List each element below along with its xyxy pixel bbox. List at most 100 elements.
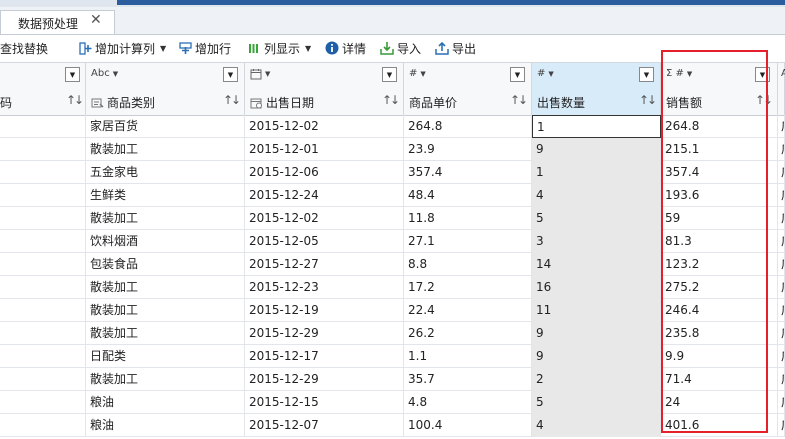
table-cell[interactable]: 生鲜类 xyxy=(86,184,245,207)
table-cell[interactable]: 123.2 xyxy=(661,253,778,276)
table-cell[interactable]: 1 xyxy=(532,115,661,138)
add-calc-column-button[interactable]: 增加计算列 ▼ xyxy=(78,39,166,57)
column-menu-button[interactable]: ▼ xyxy=(510,67,525,82)
table-row[interactable]: 粮油2015-12-07100.44401.6广 xyxy=(0,414,785,437)
sort-icon[interactable]: ↑↓ xyxy=(66,93,84,107)
table-row[interactable]: 家居百货2015-12-02264.81264.8广 xyxy=(0,115,785,138)
column-header-code[interactable]: 码 ↑↓ xyxy=(0,88,86,115)
table-cell[interactable]: 2015-12-02 xyxy=(245,207,404,230)
table-cell[interactable]: 9 xyxy=(532,322,661,345)
table-cell[interactable]: 广 xyxy=(778,138,785,161)
table-cell[interactable]: 215.1 xyxy=(661,138,778,161)
sort-icon[interactable]: ↑↓ xyxy=(382,93,400,107)
table-cell[interactable]: 48.4 xyxy=(404,184,532,207)
column-menu-button[interactable]: ▼ xyxy=(755,67,770,82)
table-cell[interactable]: 1 xyxy=(532,161,661,184)
number-type-indicator[interactable]: # ▼ xyxy=(409,68,426,79)
date-type-indicator[interactable]: ▼ xyxy=(250,68,270,80)
table-cell[interactable]: 14 xyxy=(532,253,661,276)
table-row[interactable]: 散装加工2015-12-2935.7271.4广 xyxy=(0,368,785,391)
table-cell[interactable]: 五金家电 xyxy=(86,161,245,184)
tab-data-preprocessing[interactable]: 数据预处理 ✕ xyxy=(0,10,115,34)
table-cell[interactable]: 广 xyxy=(778,414,785,437)
column-menu-button[interactable]: ▼ xyxy=(223,67,238,82)
table-row[interactable]: 散装加工2015-12-2317.216275.2广 xyxy=(0,276,785,299)
table-row[interactable]: 包装食品2015-12-278.814123.2广 xyxy=(0,253,785,276)
table-cell[interactable]: 264.8 xyxy=(404,115,532,138)
table-cell[interactable]: 广 xyxy=(778,276,785,299)
table-cell[interactable]: 2 xyxy=(532,368,661,391)
table-cell[interactable]: 散装加工 xyxy=(86,368,245,391)
text-type-indicator[interactable]: A xyxy=(781,68,785,79)
number-type-indicator[interactable]: # ▼ xyxy=(537,68,554,79)
column-menu-button[interactable]: ▼ xyxy=(382,67,397,82)
table-cell[interactable]: 广 xyxy=(778,115,785,138)
table-row[interactable]: 五金家电2015-12-06357.41357.4广 xyxy=(0,161,785,184)
table-cell[interactable]: 广 xyxy=(778,230,785,253)
table-cell[interactable]: 71.4 xyxy=(661,368,778,391)
table-row[interactable]: 散装加工2015-12-0123.99215.1广 xyxy=(0,138,785,161)
table-cell[interactable]: 粮油 xyxy=(86,414,245,437)
table-cell[interactable]: 264.8 xyxy=(661,115,778,138)
table-cell[interactable]: 17.2 xyxy=(404,276,532,299)
table-cell[interactable]: 广 xyxy=(778,368,785,391)
table-cell[interactable]: 401.6 xyxy=(661,414,778,437)
table-cell[interactable] xyxy=(0,414,86,437)
table-cell[interactable]: 5 xyxy=(532,391,661,414)
column-header-price[interactable]: 商品单价 ↑↓ xyxy=(404,88,532,115)
table-cell[interactable] xyxy=(0,322,86,345)
column-display-button[interactable]: 列显示 ▼ xyxy=(247,39,311,57)
table-cell[interactable] xyxy=(0,391,86,414)
table-cell[interactable]: 散装加工 xyxy=(86,299,245,322)
table-cell[interactable]: 246.4 xyxy=(661,299,778,322)
table-row[interactable]: 散装加工2015-12-0211.8559广 xyxy=(0,207,785,230)
table-cell[interactable]: 275.2 xyxy=(661,276,778,299)
table-cell[interactable]: 8.8 xyxy=(404,253,532,276)
export-button[interactable]: 导出 xyxy=(435,39,476,57)
table-row[interactable]: 散装加工2015-12-2926.29235.8广 xyxy=(0,322,785,345)
table-cell[interactable]: 2015-12-15 xyxy=(245,391,404,414)
table-cell[interactable]: 2015-12-02 xyxy=(245,115,404,138)
column-header-date[interactable]: 出售日期 ↑↓ xyxy=(245,88,404,115)
table-cell[interactable]: 广 xyxy=(778,161,785,184)
table-cell[interactable]: 广 xyxy=(778,299,785,322)
table-cell[interactable]: 饮料烟酒 xyxy=(86,230,245,253)
column-header-next[interactable] xyxy=(778,88,785,115)
column-header-sales[interactable]: 销售额 ↑↓ xyxy=(661,88,778,115)
table-row[interactable]: 日配类2015-12-171.199.9广 xyxy=(0,345,785,368)
table-cell[interactable]: 100.4 xyxy=(404,414,532,437)
table-cell[interactable]: 26.2 xyxy=(404,322,532,345)
table-row[interactable]: 粮油2015-12-154.8524广 xyxy=(0,391,785,414)
table-cell[interactable]: 2015-12-01 xyxy=(245,138,404,161)
table-cell[interactable]: 广 xyxy=(778,184,785,207)
table-cell[interactable] xyxy=(0,345,86,368)
table-row[interactable]: 生鲜类2015-12-2448.44193.6广 xyxy=(0,184,785,207)
table-cell[interactable]: 2015-12-06 xyxy=(245,161,404,184)
table-cell[interactable]: 81.3 xyxy=(661,230,778,253)
table-cell[interactable] xyxy=(0,253,86,276)
table-cell[interactable] xyxy=(0,276,86,299)
table-cell[interactable]: 9 xyxy=(532,138,661,161)
text-type-indicator[interactable]: Abc ▼ xyxy=(91,68,118,79)
table-cell[interactable]: 235.8 xyxy=(661,322,778,345)
table-cell[interactable] xyxy=(0,184,86,207)
table-cell[interactable] xyxy=(0,161,86,184)
table-cell[interactable]: 粮油 xyxy=(86,391,245,414)
table-cell[interactable]: 散装加工 xyxy=(86,276,245,299)
table-cell[interactable]: 59 xyxy=(661,207,778,230)
column-menu-button[interactable]: ▼ xyxy=(639,67,654,82)
calc-number-type-indicator[interactable]: Σ # ▼ xyxy=(666,68,692,79)
table-cell[interactable]: 357.4 xyxy=(661,161,778,184)
table-cell[interactable]: 357.4 xyxy=(404,161,532,184)
table-cell[interactable]: 2015-12-19 xyxy=(245,299,404,322)
table-cell[interactable]: 3 xyxy=(532,230,661,253)
table-cell[interactable]: 2015-12-29 xyxy=(245,368,404,391)
table-cell[interactable] xyxy=(0,299,86,322)
table-cell[interactable]: 广 xyxy=(778,391,785,414)
table-cell[interactable]: 家居百货 xyxy=(86,115,245,138)
table-cell[interactable]: 35.7 xyxy=(404,368,532,391)
table-cell[interactable]: 2015-12-24 xyxy=(245,184,404,207)
table-cell[interactable]: 2015-12-07 xyxy=(245,414,404,437)
add-row-button[interactable]: 增加行 xyxy=(178,39,231,57)
table-cell[interactable]: 11 xyxy=(532,299,661,322)
